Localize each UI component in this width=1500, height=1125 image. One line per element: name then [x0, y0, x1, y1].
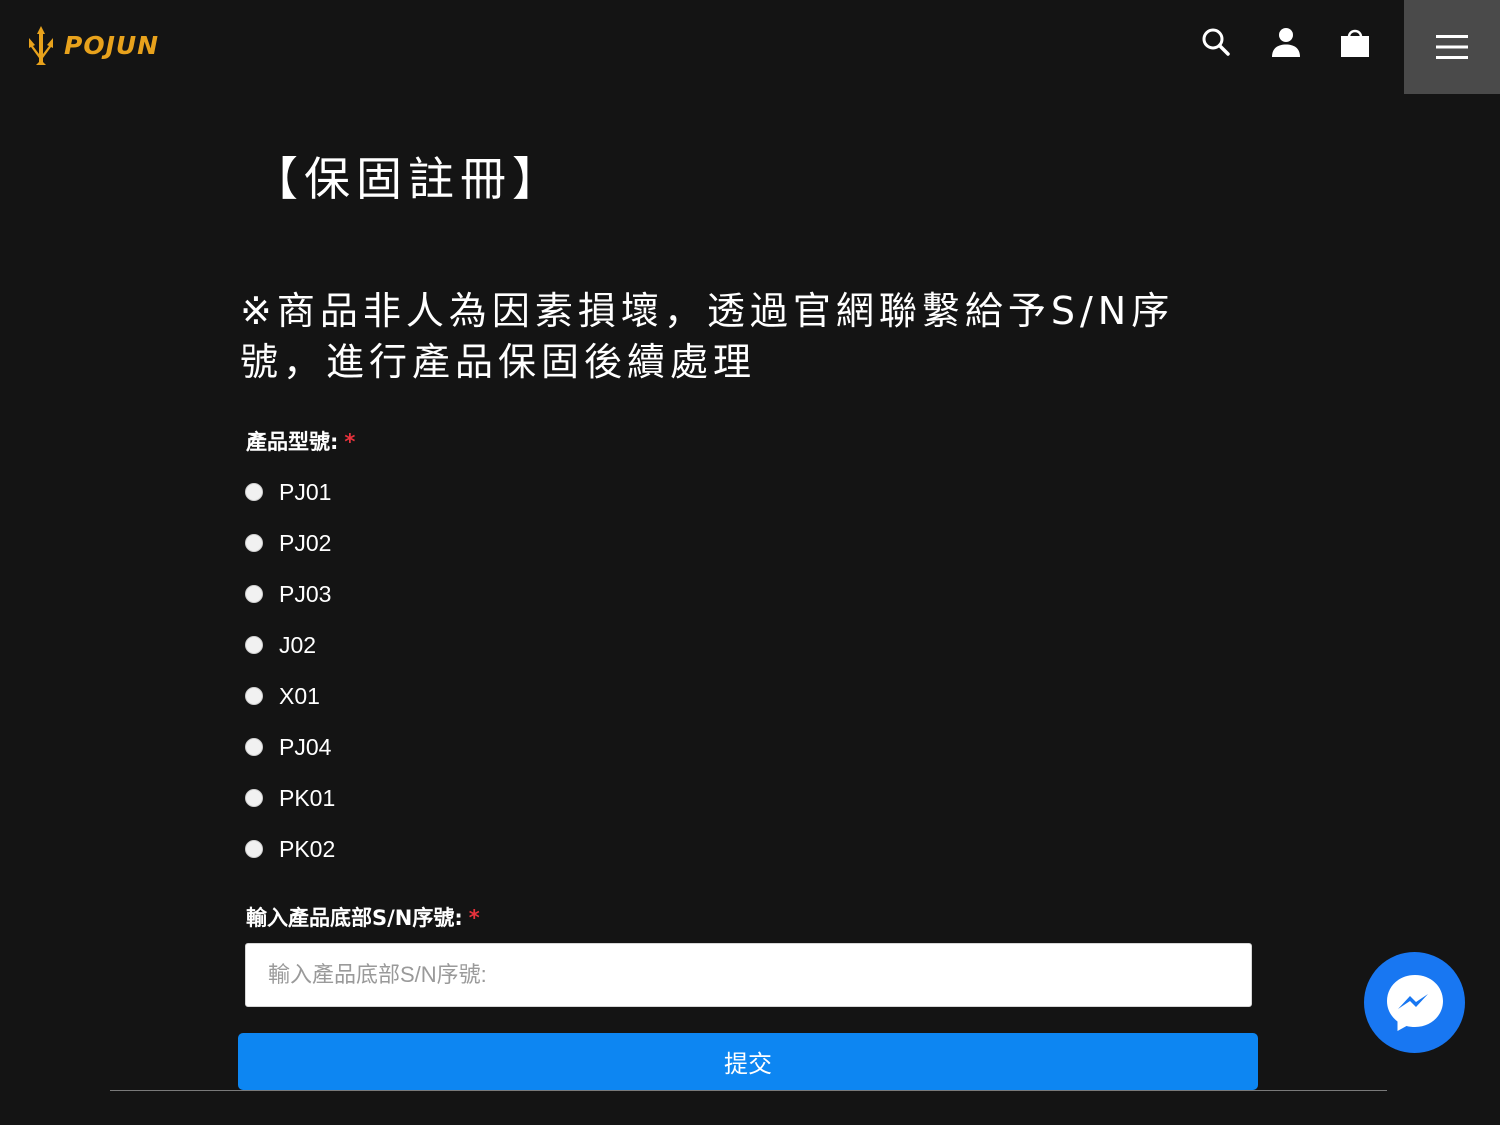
required-mark: * [468, 906, 480, 930]
trident-logo-icon [29, 26, 53, 65]
model-option-label: J02 [279, 631, 317, 658]
model-option-pj01[interactable]: PJ01 [245, 477, 331, 507]
serial-number-input[interactable] [245, 943, 1252, 1007]
warranty-notice: ※商品非人為因素損壞，透過官網聯繫給予S/N序號，進行產品保固後續處理 [240, 289, 1175, 384]
model-option-pj02[interactable]: PJ02 [245, 528, 331, 558]
sn-label-text: 輸入產品底部S/N序號: [246, 906, 463, 930]
model-option-label: PJ01 [279, 478, 332, 505]
messenger-chat-button[interactable] [1364, 952, 1465, 1053]
radio-button[interactable] [245, 738, 263, 756]
submit-button[interactable]: 提交 [238, 1033, 1258, 1090]
model-option-label: PJ03 [279, 580, 332, 607]
model-option-pj03[interactable]: PJ03 [245, 579, 331, 609]
sn-field-label: 輸入產品底部S/N序號: * [246, 902, 480, 932]
radio-button[interactable] [245, 534, 263, 552]
account-button[interactable] [1270, 26, 1302, 58]
hamburger-menu-icon [1436, 35, 1468, 59]
model-field-label: 產品型號: * [246, 426, 355, 456]
radio-button[interactable] [245, 636, 263, 654]
required-mark: * [344, 430, 356, 454]
model-label-text: 產品型號: [246, 430, 339, 454]
divider [110, 1090, 1387, 1091]
radio-button[interactable] [245, 840, 263, 858]
page-title: 【保固註冊】 [252, 152, 564, 206]
model-option-pj04[interactable]: PJ04 [245, 732, 331, 762]
menu-button[interactable] [1404, 0, 1500, 94]
cart-button[interactable] [1339, 26, 1371, 58]
model-option-j02[interactable]: J02 [245, 630, 316, 660]
logo-wordmark: POJUN [64, 30, 160, 60]
search-button[interactable] [1200, 26, 1232, 58]
model-option-x01[interactable]: X01 [245, 681, 320, 711]
model-option-label: X01 [279, 682, 320, 709]
model-option-pk01[interactable]: PK01 [245, 783, 335, 813]
user-icon [1272, 28, 1300, 57]
radio-button[interactable] [245, 687, 263, 705]
radio-button[interactable] [245, 585, 263, 603]
shopping-bag-icon [1341, 29, 1369, 57]
model-option-pk02[interactable]: PK02 [245, 834, 335, 864]
model-option-label: PK01 [279, 784, 336, 811]
pojun-logo[interactable]: POJUN [22, 24, 159, 66]
search-icon [1202, 28, 1230, 56]
model-option-label: PJ04 [279, 733, 332, 760]
model-option-label: PJ02 [279, 529, 332, 556]
radio-button[interactable] [245, 483, 263, 501]
messenger-icon [1386, 974, 1443, 1031]
model-option-label: PK02 [279, 835, 336, 862]
site-header: POJUN [0, 0, 1500, 94]
radio-button[interactable] [245, 789, 263, 807]
